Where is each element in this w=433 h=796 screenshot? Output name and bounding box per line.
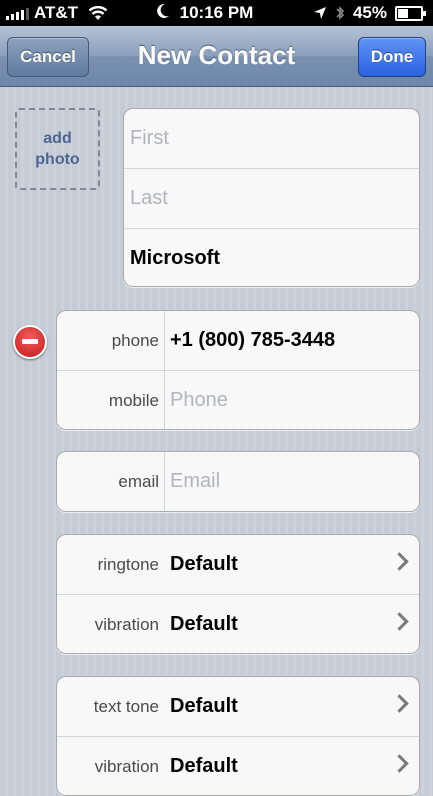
last-name-field[interactable]: Last bbox=[124, 169, 419, 229]
text-tone-group: text tone Default vibration Default bbox=[56, 676, 420, 796]
last-name-placeholder: Last bbox=[130, 187, 168, 209]
text-vibration-value: Default bbox=[170, 755, 238, 777]
first-name-field[interactable]: First bbox=[124, 109, 419, 169]
mobile-row[interactable]: mobile Phone bbox=[57, 371, 419, 429]
first-name-placeholder: First bbox=[130, 127, 169, 149]
phone-fields-group: phone +1 (800) 785-3448 mobile Phone bbox=[56, 310, 420, 430]
email-row[interactable]: email Email bbox=[57, 452, 419, 511]
mobile-placeholder[interactable]: Phone bbox=[170, 371, 228, 429]
mobile-label[interactable]: mobile bbox=[57, 371, 159, 429]
phone-label[interactable]: phone bbox=[57, 311, 159, 370]
chevron-right-icon bbox=[390, 694, 409, 713]
phone-value[interactable]: +1 (800) 785-3448 bbox=[170, 311, 335, 370]
vibration-label: vibration bbox=[94, 615, 159, 634]
phone-row[interactable]: phone +1 (800) 785-3448 bbox=[57, 311, 419, 371]
ringtone-group: ringtone Default vibration Default bbox=[56, 534, 420, 654]
battery-icon bbox=[395, 5, 426, 21]
text-vibration-label: vibration bbox=[94, 757, 159, 776]
add-photo-button[interactable]: add photo bbox=[15, 108, 100, 190]
text-tone-label: text tone bbox=[93, 697, 159, 716]
location-arrow-icon bbox=[313, 7, 326, 19]
ringtone-row[interactable]: ringtone Default bbox=[57, 535, 419, 595]
vibration-value: Default bbox=[170, 613, 238, 635]
ringtone-label: ringtone bbox=[97, 555, 159, 574]
vibration-row[interactable]: vibration Default bbox=[57, 595, 419, 653]
done-button[interactable]: Done bbox=[358, 37, 426, 77]
text-vibration-row[interactable]: vibration Default bbox=[57, 737, 419, 795]
text-tone-value: Default bbox=[170, 695, 238, 717]
chevron-right-icon bbox=[390, 552, 409, 571]
add-photo-label-line1: add bbox=[43, 130, 72, 147]
battery-percent: 45% bbox=[352, 3, 387, 22]
delete-phone-icon[interactable] bbox=[13, 325, 47, 359]
chevron-right-icon bbox=[390, 754, 409, 773]
ringtone-value: Default bbox=[170, 553, 238, 575]
chevron-right-icon bbox=[390, 612, 409, 631]
status-bar: AT&T 10:16 PM 45% bbox=[0, 0, 433, 26]
name-fields-group: First Last Microsoft bbox=[123, 108, 420, 287]
email-label[interactable]: email bbox=[57, 452, 159, 511]
bluetooth-icon bbox=[336, 6, 345, 20]
company-field[interactable]: Microsoft bbox=[124, 229, 419, 286]
navigation-bar: Cancel New Contact Done bbox=[0, 26, 433, 87]
add-photo-label-line2: photo bbox=[35, 151, 80, 168]
status-right: 45% bbox=[313, 3, 426, 23]
company-value: Microsoft bbox=[130, 247, 220, 269]
email-placeholder[interactable]: Email bbox=[170, 452, 220, 511]
text-tone-row[interactable]: text tone Default bbox=[57, 677, 419, 737]
email-fields-group: email Email bbox=[56, 451, 420, 512]
